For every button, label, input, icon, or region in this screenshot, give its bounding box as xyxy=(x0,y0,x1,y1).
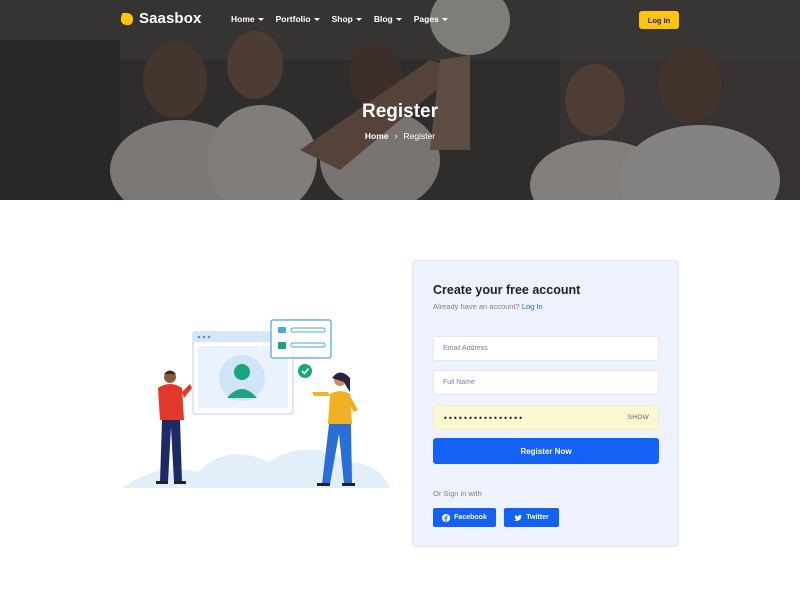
register-illustration xyxy=(122,319,390,488)
twitter-label: Twitter xyxy=(526,514,549,521)
facebook-icon xyxy=(442,513,451,522)
menu-item-pages[interactable]: Pages xyxy=(414,14,448,24)
facebook-label: Facebook xyxy=(454,514,487,521)
main-menu: Home Portfolio Shop Blog Pages xyxy=(231,14,448,24)
twitter-signin-button[interactable]: Twitter xyxy=(504,508,559,527)
top-navbar: Saasbox Home Portfolio Shop Blog Pages L… xyxy=(0,0,800,40)
menu-item-shop[interactable]: Shop xyxy=(332,14,362,24)
breadcrumb-current: Register xyxy=(403,131,436,141)
email-field[interactable] xyxy=(433,336,659,361)
password-field[interactable]: •••••••••••••••• SHOW xyxy=(433,405,659,430)
register-now-button[interactable]: Register Now xyxy=(433,438,659,464)
menu-item-label: Pages xyxy=(413,14,439,24)
full-name-field[interactable] xyxy=(433,370,659,395)
page-hero: Saasbox Home Portfolio Shop Blog Pages L… xyxy=(0,0,800,200)
breadcrumb-home-link[interactable]: Home xyxy=(365,131,389,141)
twitter-icon xyxy=(514,514,523,521)
social-signin-label: Or Sign in with xyxy=(433,489,482,498)
caret-down-icon xyxy=(257,17,264,21)
form-subtitle-text: Already have an account? xyxy=(433,302,520,311)
login-link[interactable]: Log In xyxy=(522,302,543,311)
breadcrumb: Home › Register xyxy=(0,131,800,141)
form-subtitle: Already have an account? Log In xyxy=(433,302,543,311)
logo-icon xyxy=(120,12,133,25)
menu-item-home[interactable]: Home xyxy=(231,14,264,24)
register-card: Create your free account Already have an… xyxy=(412,260,679,547)
brand-logo[interactable]: Saasbox xyxy=(120,10,201,27)
menu-item-label: Portfolio xyxy=(275,14,311,24)
form-title: Create your free account xyxy=(433,283,581,297)
caret-down-icon xyxy=(313,17,320,21)
login-button[interactable]: Log In xyxy=(639,11,679,29)
menu-item-label: Blog xyxy=(373,14,393,24)
menu-item-label: Home xyxy=(231,14,255,24)
page-title: Register xyxy=(361,101,439,122)
caret-down-icon xyxy=(355,17,362,21)
menu-item-label: Shop xyxy=(331,14,353,24)
facebook-signin-button[interactable]: Facebook xyxy=(433,508,496,527)
menu-item-blog[interactable]: Blog xyxy=(374,14,402,24)
password-value: •••••••••••••••• xyxy=(443,414,524,423)
chevron-right-icon: › xyxy=(394,131,398,141)
caret-down-icon xyxy=(395,17,402,21)
menu-item-portfolio[interactable]: Portfolio xyxy=(276,14,320,24)
brand-name: Saasbox xyxy=(139,10,202,27)
show-password-button[interactable]: SHOW xyxy=(628,414,649,421)
caret-down-icon xyxy=(441,17,448,21)
